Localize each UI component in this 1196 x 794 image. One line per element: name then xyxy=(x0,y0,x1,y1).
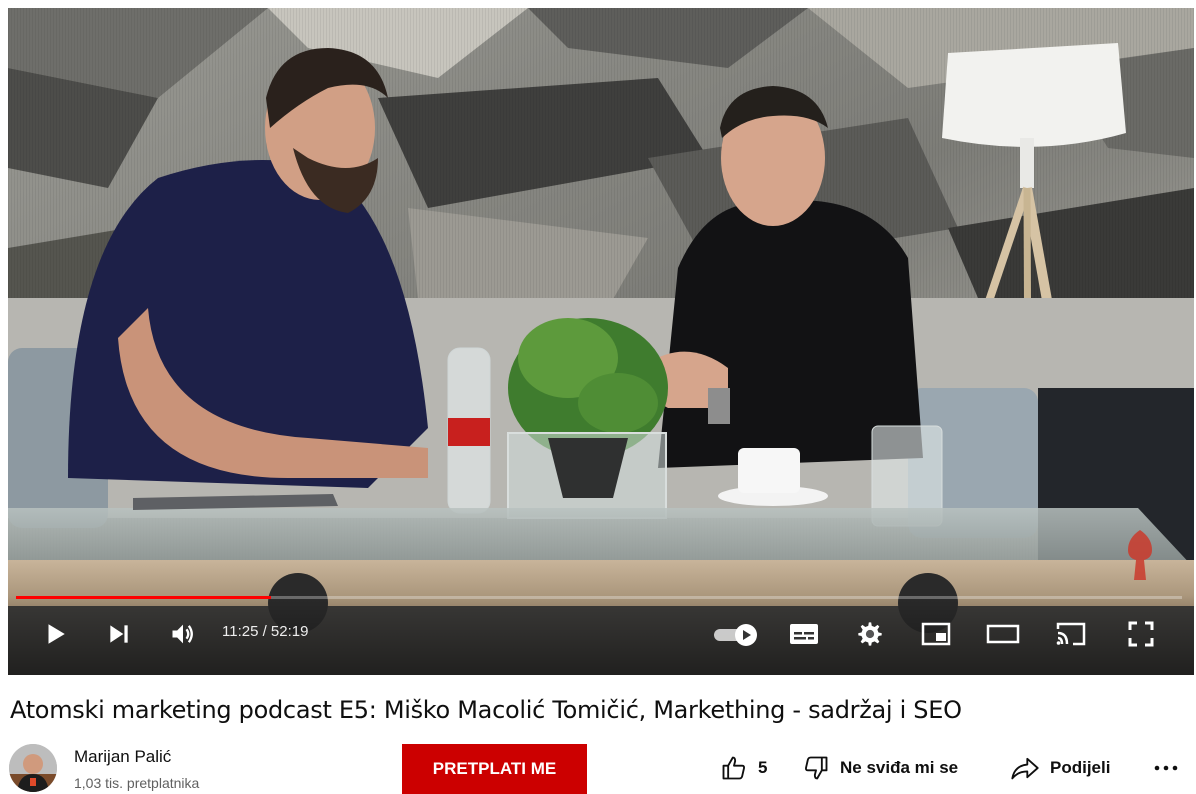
play-button[interactable] xyxy=(36,617,74,651)
video-title: Atomski marketing podcast E5: Miško Maco… xyxy=(10,696,962,724)
cast-icon xyxy=(1056,622,1086,646)
volume-icon xyxy=(172,624,193,644)
fullscreen-button[interactable] xyxy=(1122,617,1160,651)
miniplayer-button[interactable] xyxy=(918,617,954,651)
subscriber-count: 1,03 tis. pretplatnika xyxy=(74,775,200,791)
share-button[interactable]: Podijeli xyxy=(1010,752,1110,784)
autoplay-toggle[interactable] xyxy=(711,617,761,651)
volume-button[interactable] xyxy=(164,617,202,651)
like-button[interactable]: 5 xyxy=(720,752,767,784)
settings-gear-icon xyxy=(858,622,882,646)
channel-name[interactable]: Marijan Palić xyxy=(74,747,171,767)
progress-bar[interactable] xyxy=(16,596,1182,599)
play-icon xyxy=(48,624,65,644)
like-icon xyxy=(722,756,745,780)
next-icon xyxy=(110,625,128,643)
dislike-icon xyxy=(805,756,828,780)
cast-button[interactable] xyxy=(1052,617,1090,651)
settings-button[interactable] xyxy=(852,617,888,651)
share-label: Podijeli xyxy=(1050,758,1111,777)
fullscreen-icon xyxy=(1128,621,1154,647)
dislike-label: Ne sviđa mi se xyxy=(840,758,959,777)
next-button[interactable] xyxy=(100,617,138,651)
more-horizontal-icon xyxy=(1154,765,1178,771)
share-icon xyxy=(1011,757,1039,780)
video-frame[interactable] xyxy=(8,8,1194,675)
subscribe-button[interactable]: PRETPLATI ME xyxy=(402,744,587,794)
like-count: 5 xyxy=(758,758,768,777)
subtitles-button[interactable] xyxy=(786,617,822,651)
video-player[interactable] xyxy=(8,8,1194,675)
autoplay-toggle-icon xyxy=(714,624,757,646)
theater-mode-button[interactable] xyxy=(984,617,1022,651)
time-display: 11:25 / 52:19 xyxy=(222,623,309,640)
progress-bar-played xyxy=(16,596,271,599)
theater-mode-icon xyxy=(986,624,1020,644)
dislike-button[interactable]: Ne sviđa mi se xyxy=(802,752,958,784)
miniplayer-icon xyxy=(921,622,951,646)
channel-avatar[interactable] xyxy=(9,744,57,792)
subtitles-icon xyxy=(790,624,818,644)
more-actions-button[interactable] xyxy=(1152,756,1180,780)
channel-watermark-icon[interactable] xyxy=(1122,528,1158,589)
